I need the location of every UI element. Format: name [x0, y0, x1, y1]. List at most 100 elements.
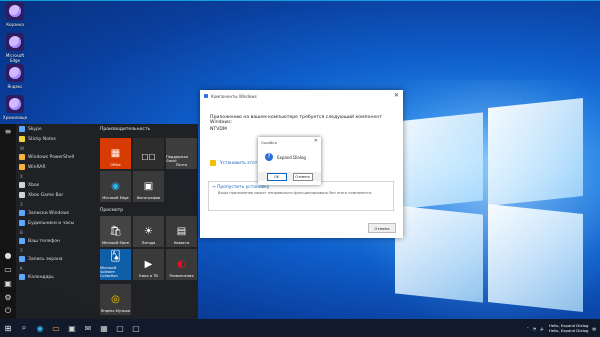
- desktop-icon-label: Корзина: [6, 22, 24, 27]
- dialog-app-icon: [204, 94, 208, 98]
- tile-photos[interactable]: ▣ Фотографии: [133, 171, 164, 202]
- app-list-item[interactable]: Skype: [16, 124, 96, 134]
- tile-play[interactable]: ◐ Развлечения: [166, 249, 197, 280]
- ok-button[interactable]: OK: [266, 172, 287, 181]
- cards-icon: 🂡: [110, 251, 121, 262]
- power-icon[interactable]: ⏻: [0, 304, 16, 318]
- taskbar: ⊞ ⌕ ◉ ▭ ▣ ✉ ▦ ▢ ▢ ˄ ◔ 🔈 Hello, Expand Di…: [0, 319, 600, 337]
- message-box: Ошибка ✕ ? Expand Dialog OK Отмена: [258, 137, 321, 185]
- tile-label: Почта: [175, 163, 188, 167]
- cancel-button[interactable]: Отмена: [292, 172, 313, 181]
- tile-label: Microsoft Store: [102, 241, 129, 245]
- app-icon[interactable]: ▢: [128, 319, 144, 337]
- skip-option-label: → Пропустить установку: [212, 185, 270, 190]
- app-label: WinRAR: [28, 164, 46, 170]
- tile-label: Office: [110, 163, 121, 167]
- tile-label: Кино и ТВ: [139, 274, 158, 278]
- app-list-item[interactable]: Записки Windows: [16, 208, 96, 218]
- user-icon[interactable]: ●: [0, 248, 16, 262]
- volume-icon[interactable]: 🔈: [540, 326, 545, 331]
- message-box-body: ? Expand Dialog: [265, 153, 306, 161]
- shield-icon: [210, 160, 216, 166]
- message-box-text: Expand Dialog: [277, 154, 306, 160]
- app-list-item[interactable]: Windows PowerShell: [16, 152, 96, 162]
- app-icon: [6, 64, 24, 82]
- tile-label: Поддержка Gmail: [166, 155, 188, 163]
- store-icon[interactable]: ▣: [64, 319, 80, 337]
- network-icon[interactable]: ◔: [533, 326, 536, 331]
- hamburger-icon[interactable]: ≡: [0, 124, 16, 138]
- store-icon: 🛍: [109, 226, 122, 237]
- app-label: Xbox Game Bar: [28, 192, 64, 198]
- app-list-letter[interactable]: В: [16, 228, 96, 236]
- tile-edge[interactable]: ◉ Microsoft Edge: [100, 171, 131, 202]
- search-icon[interactable]: ⌕: [16, 319, 32, 337]
- desktop-icon-1[interactable]: Корзина: [2, 2, 28, 27]
- cancel-button[interactable]: Отмена: [368, 223, 396, 233]
- tiles-section-title: Просмотр: [100, 207, 124, 213]
- app-list-letter[interactable]: X: [16, 172, 96, 180]
- tray-chevron-icon[interactable]: ˄: [527, 326, 529, 331]
- app-list-item[interactable]: Календарь: [16, 272, 96, 282]
- component-name: NTVDM: [210, 127, 227, 132]
- app-list-item[interactable]: Ваш телефон: [16, 236, 96, 246]
- close-icon[interactable]: ✕: [314, 138, 318, 144]
- app-list-letter[interactable]: З: [16, 246, 96, 254]
- pictures-icon[interactable]: ▣: [0, 276, 16, 290]
- app-list: Skype Sticky Notes W Windows PowerShell …: [16, 124, 96, 319]
- tiles-area: Производительность ▦ Office ☐☐ Поддержка …: [97, 124, 197, 319]
- app-list-item[interactable]: Запись экрана: [16, 254, 96, 264]
- app-list-letter[interactable]: К: [16, 264, 96, 272]
- calendar-icon: [19, 274, 25, 280]
- skype-icon: [19, 126, 25, 132]
- tile-solitaire[interactable]: 🂡 Microsoft Solitaire Collection: [100, 249, 131, 280]
- xbox-icon: [19, 182, 25, 188]
- screen-record-icon: [19, 256, 25, 262]
- close-icon[interactable]: ✕: [394, 92, 399, 99]
- skip-option[interactable]: → Пропустить установку Ваше приложение м…: [208, 181, 394, 211]
- folder-icon: [19, 154, 25, 160]
- settings-icon[interactable]: ⚙: [0, 290, 16, 304]
- question-icon: ?: [265, 153, 273, 161]
- app-label: Skype: [28, 126, 42, 132]
- notifications-icon[interactable]: ▤: [592, 326, 596, 331]
- app-list-item[interactable]: Xbox: [16, 180, 96, 190]
- notes-icon: [19, 136, 25, 142]
- app-icon[interactable]: ▢: [112, 319, 128, 337]
- explorer-icon[interactable]: ▭: [48, 319, 64, 337]
- app-list-letter[interactable]: З: [16, 200, 96, 208]
- desktop-icon-2[interactable]: Microsoft Edge: [2, 33, 28, 63]
- tiles-section-title: Производительность: [100, 126, 151, 132]
- dialog-message: Приложению на вашем компьютере требуется…: [210, 115, 382, 125]
- start-rail: ≡ ● ▭ ▣ ⚙ ⏻: [0, 124, 16, 319]
- taskview-icon[interactable]: ▦: [96, 319, 112, 337]
- tile-music[interactable]: ◎ Яндекс.Музыка: [100, 284, 131, 315]
- tile-news[interactable]: ▤ Новости: [166, 216, 197, 247]
- app-icon: [6, 2, 24, 20]
- documents-icon[interactable]: ▭: [0, 262, 16, 276]
- edge-icon[interactable]: ◉: [32, 319, 48, 337]
- desktop-icon-3[interactable]: Яндекс: [2, 64, 28, 89]
- tile-store[interactable]: 🛍 Microsoft Store: [100, 216, 131, 247]
- app-list-letter[interactable]: W: [16, 144, 96, 152]
- tile-office[interactable]: ▦ Office: [100, 138, 131, 169]
- message-box-buttons: OK Отмена: [258, 172, 321, 181]
- windows-start-icon[interactable]: ⊞: [0, 319, 16, 337]
- clock[interactable]: Hello, Expand Dialog Hello, Expand Dialo…: [549, 323, 589, 333]
- tile-group[interactable]: ☐☐: [133, 138, 164, 169]
- desktop-icon-4[interactable]: Хранилище: [2, 95, 28, 120]
- tile-weather[interactable]: ☀ Погода: [133, 216, 164, 247]
- app-label: Xbox: [28, 182, 40, 188]
- sun-icon: ☀: [144, 226, 153, 237]
- app-list-item[interactable]: Xbox Game Bar: [16, 190, 96, 200]
- tile-mail[interactable]: Поддержка Gmail Почта: [166, 138, 197, 169]
- app-list-item[interactable]: Sticky Notes: [16, 134, 96, 144]
- app-list-item[interactable]: Будильники и часы: [16, 218, 96, 228]
- mail-icon[interactable]: ✉: [80, 319, 96, 337]
- app-list-item[interactable]: WinRAR: [16, 162, 96, 172]
- tile-films[interactable]: ▶ Кино и ТВ: [133, 249, 164, 280]
- message-box-title: Ошибка: [261, 139, 277, 145]
- photo-icon: ▣: [143, 181, 154, 192]
- tile-label: Яндекс.Музыка: [100, 309, 131, 313]
- message-box-titlebar: Ошибка ✕: [258, 137, 321, 147]
